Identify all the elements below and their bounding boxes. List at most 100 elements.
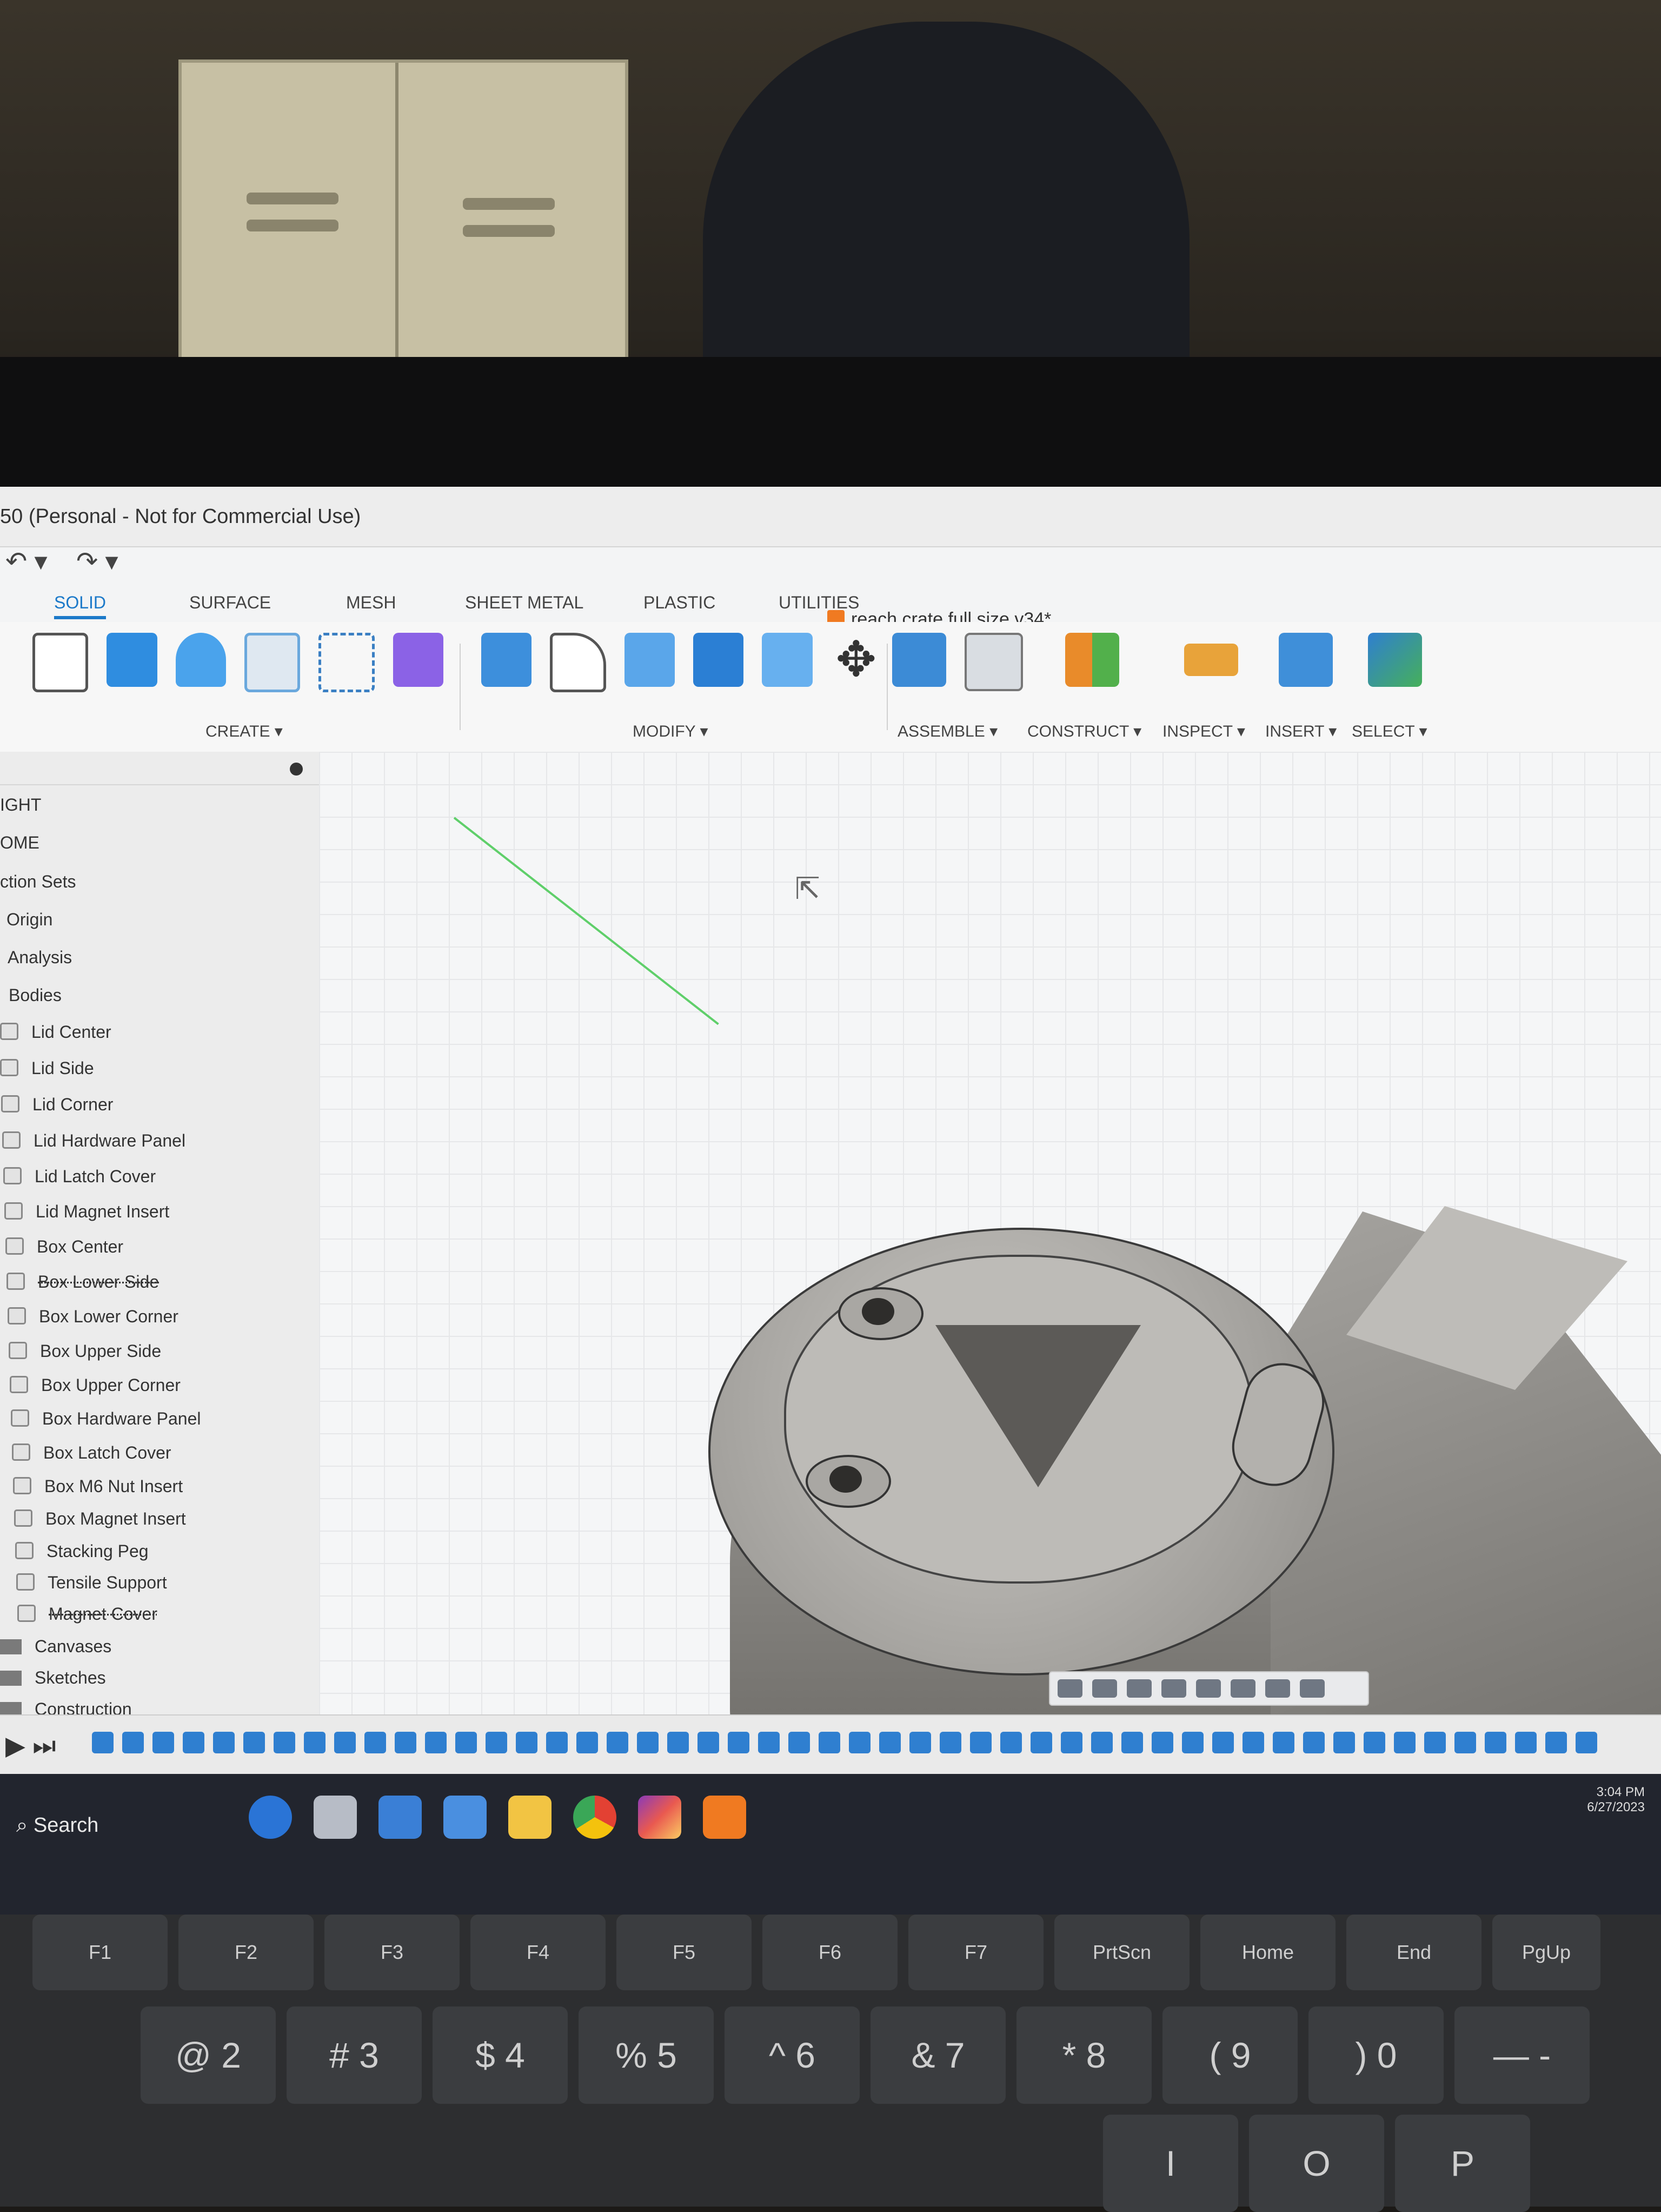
body-item[interactable]: Lid Center (0, 1022, 111, 1042)
look-at-icon[interactable] (1092, 1679, 1117, 1698)
browser-item-origin[interactable]: Origin (6, 910, 52, 930)
store-icon[interactable] (443, 1796, 487, 1839)
timeline-feature[interactable] (516, 1732, 537, 1753)
body-item[interactable]: Lid Side (0, 1058, 94, 1078)
display-settings-icon[interactable] (1231, 1679, 1255, 1698)
timeline-feature[interactable] (1031, 1732, 1052, 1753)
file-explorer-icon[interactable] (508, 1796, 552, 1839)
timeline-feature[interactable] (1152, 1732, 1173, 1753)
key-5[interactable]: % 5 (579, 2006, 714, 2104)
key-f5[interactable]: F5 (616, 1915, 752, 1990)
timeline-feature[interactable] (395, 1732, 416, 1753)
tab-sheet-metal[interactable]: SHEET METAL (465, 593, 583, 613)
key-8[interactable]: * 8 (1016, 2006, 1152, 2104)
insert-menu[interactable]: INSERT ▾ (1265, 722, 1337, 741)
timeline-play-controls-icon[interactable]: ▶ ⏭ (5, 1731, 56, 1761)
key-f1[interactable]: F1 (32, 1915, 168, 1990)
pan-icon[interactable] (1127, 1679, 1152, 1698)
timeline-feature[interactable] (213, 1732, 235, 1753)
key-home[interactable]: Home (1200, 1915, 1336, 1990)
key-f2[interactable]: F2 (178, 1915, 314, 1990)
body-item[interactable]: Lid Hardware Panel (2, 1131, 185, 1151)
create-sketch-icon[interactable] (32, 633, 89, 692)
fillet-icon[interactable] (550, 633, 606, 692)
new-component-icon[interactable] (892, 633, 946, 687)
timeline-feature[interactable] (940, 1732, 961, 1753)
extrude-icon[interactable] (107, 633, 157, 687)
browser-item-analysis[interactable]: Analysis (8, 948, 72, 968)
timeline-feature[interactable] (909, 1732, 931, 1753)
model-screw-hole[interactable] (806, 1455, 891, 1508)
key-9[interactable]: ( 9 (1162, 2006, 1298, 2104)
key-end[interactable]: End (1346, 1915, 1481, 1990)
timeline-feature[interactable] (697, 1732, 719, 1753)
key-6[interactable]: ^ 6 (725, 2006, 860, 2104)
model-triangle-cutout[interactable] (935, 1325, 1141, 1487)
modify-menu[interactable]: MODIFY ▾ (633, 722, 708, 741)
key-f3[interactable]: F3 (324, 1915, 460, 1990)
bing-icon[interactable] (249, 1796, 292, 1839)
browser-item-bodies[interactable]: Bodies (9, 985, 62, 1005)
browser-item-home[interactable]: OME (0, 833, 39, 853)
pattern-icon[interactable] (318, 633, 375, 692)
timeline-feature[interactable] (274, 1732, 295, 1753)
timeline-feature[interactable] (1364, 1732, 1385, 1753)
timeline-feature[interactable] (1545, 1732, 1567, 1753)
offset-plane-icon[interactable] (1065, 633, 1119, 687)
timeline-feature[interactable] (728, 1732, 749, 1753)
canvas-viewport[interactable]: ⇱ (319, 752, 1661, 1714)
key-p[interactable]: P (1395, 2115, 1530, 2212)
joint-icon[interactable] (965, 633, 1023, 691)
grid-settings-icon[interactable] (1265, 1679, 1290, 1698)
fusion360-icon[interactable] (703, 1796, 746, 1839)
timeline-feature[interactable] (1273, 1732, 1294, 1753)
timeline-feature[interactable] (1212, 1732, 1234, 1753)
timeline-feature[interactable] (425, 1732, 447, 1753)
taskbar-search[interactable]: ⌕ Search (16, 1814, 98, 1837)
move-icon[interactable]: ✥ (831, 633, 881, 687)
key-minus[interactable]: — - (1454, 2006, 1590, 2104)
tab-mesh[interactable]: MESH (346, 593, 396, 613)
body-item[interactable]: Stacking Peg (15, 1541, 149, 1561)
timeline-feature[interactable] (637, 1732, 659, 1753)
browser-folder-sketches[interactable]: Sketches (0, 1668, 106, 1688)
key-7[interactable]: & 7 (871, 2006, 1006, 2104)
calculator-icon[interactable] (378, 1796, 422, 1839)
timeline-feature[interactable] (1091, 1732, 1113, 1753)
timeline-feature[interactable] (970, 1732, 992, 1753)
key-f6[interactable]: F6 (762, 1915, 898, 1990)
key-f7[interactable]: F7 (908, 1915, 1044, 1990)
key-2[interactable]: @ 2 (141, 2006, 276, 2104)
key-prtscn[interactable]: PrtScn (1054, 1915, 1190, 1990)
body-item[interactable]: Box Center (5, 1237, 123, 1257)
timeline-feature[interactable] (758, 1732, 780, 1753)
timeline-feature[interactable] (879, 1732, 901, 1753)
browser-folder-canvases[interactable]: Canvases (0, 1637, 111, 1657)
select-menu[interactable]: SELECT ▾ (1352, 722, 1427, 741)
timeline-feature[interactable] (1515, 1732, 1537, 1753)
timeline-feature[interactable] (92, 1732, 114, 1753)
timeline-feature[interactable] (1333, 1732, 1355, 1753)
body-item[interactable]: Box M6 Nut Insert (13, 1476, 183, 1496)
key-3[interactable]: # 3 (287, 2006, 422, 2104)
timeline-feature[interactable] (1485, 1732, 1506, 1753)
form-icon[interactable] (393, 633, 443, 687)
body-item[interactable]: Box Lower Corner (8, 1307, 178, 1327)
timeline-feature[interactable] (334, 1732, 356, 1753)
timeline-feature[interactable] (788, 1732, 810, 1753)
timeline-feature[interactable] (1424, 1732, 1446, 1753)
select-icon[interactable] (1368, 633, 1422, 687)
body-item[interactable]: Lid Latch Cover (3, 1167, 156, 1187)
fit-icon[interactable] (1196, 1679, 1221, 1698)
timeline-feature[interactable] (304, 1732, 325, 1753)
timeline-feature[interactable] (1303, 1732, 1325, 1753)
inspect-menu[interactable]: INSPECT ▾ (1162, 722, 1245, 741)
body-item[interactable]: Box Upper Corner (10, 1375, 181, 1395)
body-item[interactable]: Lid Corner (1, 1095, 113, 1115)
timeline-feature[interactable] (122, 1732, 144, 1753)
timeline-feature[interactable] (1121, 1732, 1143, 1753)
body-item[interactable]: Magnet Cover (17, 1604, 157, 1624)
body-item[interactable]: Box Upper Side (9, 1341, 161, 1361)
timeline-feature[interactable] (1243, 1732, 1264, 1753)
timeline-feature[interactable] (1576, 1732, 1597, 1753)
